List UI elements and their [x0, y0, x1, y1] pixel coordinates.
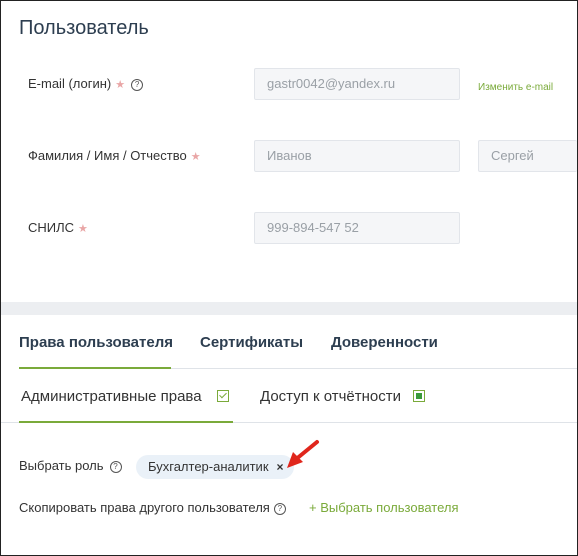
active-tab-indicator — [19, 367, 171, 369]
snils-label-row: СНИЛС ★ — [28, 220, 88, 235]
name-label: Фамилия / Имя / Отчество — [28, 148, 187, 163]
tab-user-rights[interactable]: Права пользователя — [19, 334, 173, 351]
help-icon[interactable]: ? — [273, 502, 286, 515]
name-label-row: Фамилия / Имя / Отчество ★ — [28, 148, 201, 163]
reporting-access-checkbox[interactable] — [413, 390, 425, 402]
change-email-link[interactable]: Изменить e-mail — [478, 82, 553, 93]
email-label-row: E-mail (логин) ★? — [28, 76, 144, 91]
email-field[interactable]: gastr0042@yandex.ru — [254, 68, 460, 100]
select-user-link[interactable]: + Выбрать пользователя — [309, 500, 459, 515]
subtab-admin-rights[interactable]: Административные права — [21, 388, 202, 405]
subtab-reporting-label: Доступ к отчётности — [260, 388, 402, 405]
snils-field[interactable]: 999-894-547 52 — [254, 212, 460, 244]
subtab-admin-label: Административные права — [21, 388, 202, 405]
role-chip-label: Бухгалтер-аналитик — [148, 459, 269, 474]
user-panel: Пользователь E-mail (логин) ★? gastr0042@… — [0, 0, 578, 556]
help-icon[interactable]: ? — [131, 78, 144, 91]
tab-power-of-attorney[interactable]: Доверенности — [331, 334, 438, 351]
required-star-icon: ★ — [78, 223, 88, 235]
page-title: Пользователь — [19, 17, 149, 39]
copy-label: Скопировать права другого пользователя — [19, 500, 270, 515]
role-label-row: Выбрать роль? — [19, 458, 122, 473]
snils-label: СНИЛС — [28, 220, 75, 235]
last-name-field[interactable]: Иванов — [254, 140, 460, 172]
admin-rights-checkbox[interactable] — [217, 390, 229, 402]
role-label: Выбрать роль — [19, 458, 104, 473]
role-chip[interactable]: Бухгалтер-аналитик × — [136, 455, 294, 479]
active-subtab-indicator — [19, 421, 233, 423]
email-label: E-mail (логин) — [28, 76, 112, 91]
help-icon[interactable]: ? — [109, 460, 122, 473]
tab-certificates[interactable]: Сертификаты — [200, 334, 303, 351]
required-star-icon: ★ — [190, 151, 201, 163]
section-divider — [1, 302, 577, 315]
copy-label-row: Скопировать права другого пользователя? — [19, 500, 286, 515]
required-star-icon: ★ — [115, 79, 126, 91]
annotation-arrow-icon — [287, 440, 319, 468]
first-name-field[interactable]: Сергей — [478, 140, 577, 172]
subtab-reporting-access[interactable]: Доступ к отчётности — [260, 388, 401, 405]
